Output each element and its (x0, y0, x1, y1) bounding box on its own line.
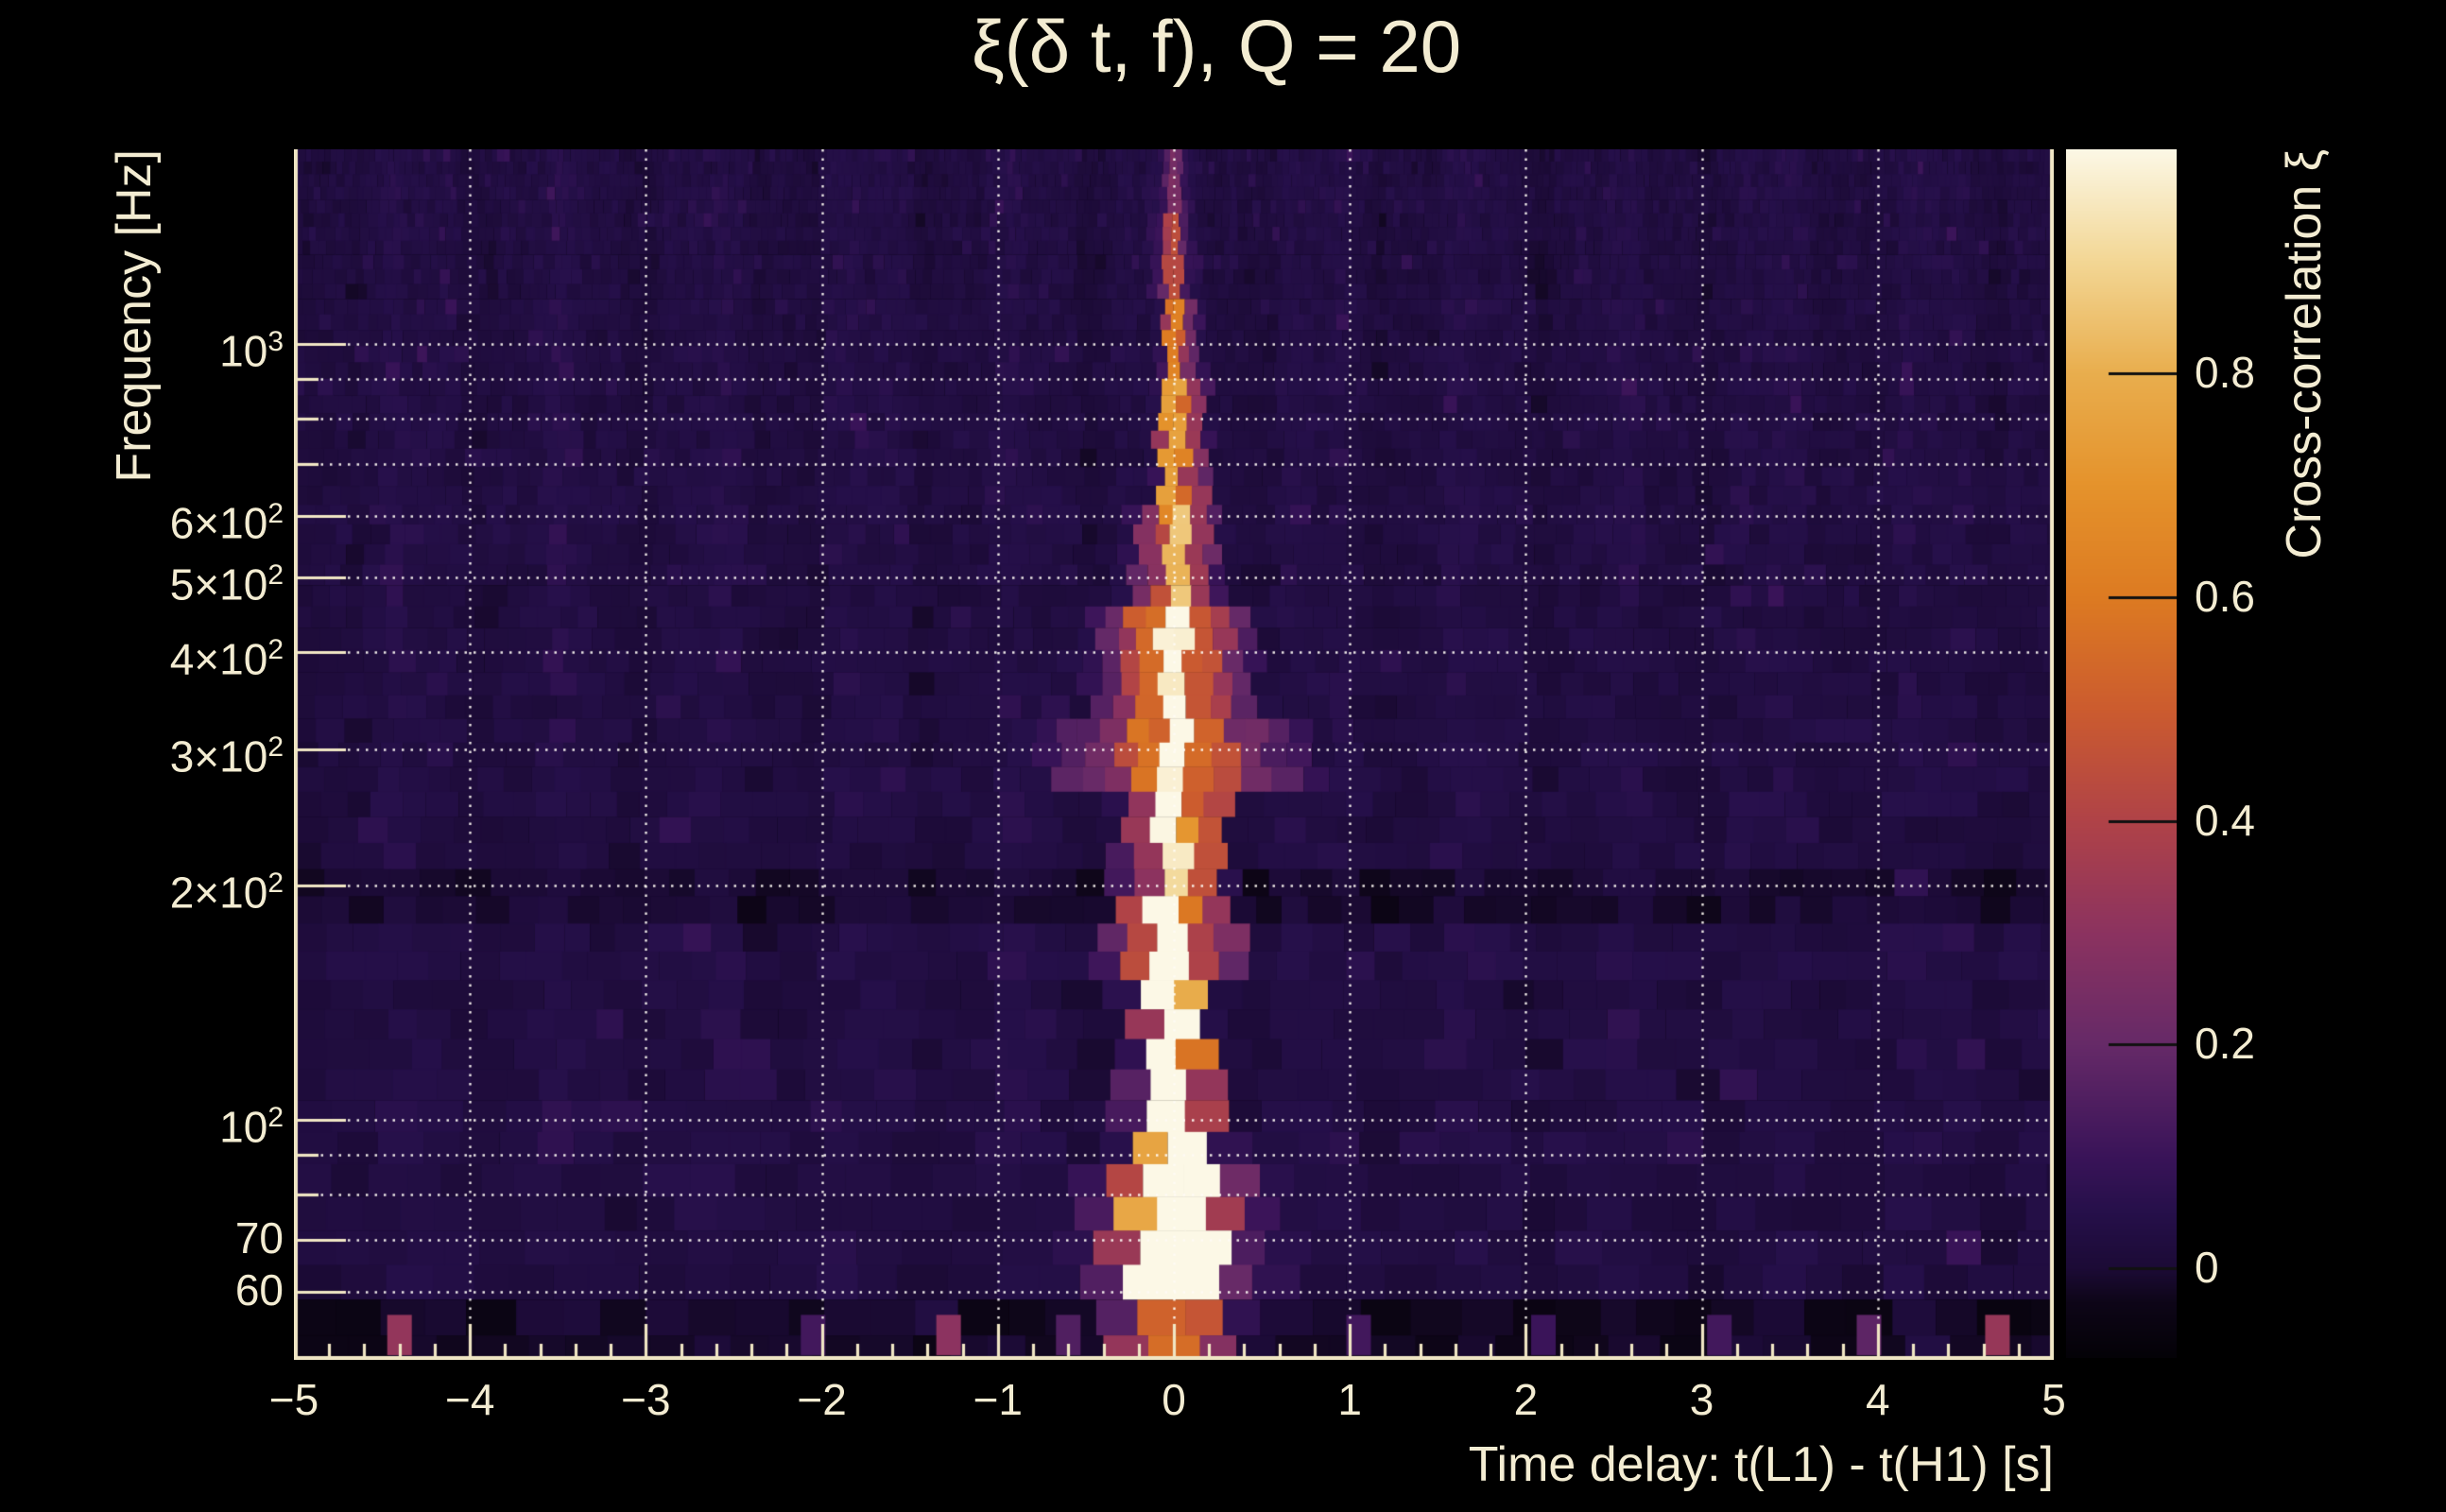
spectrogram-heatmap (294, 149, 2054, 1360)
x-tick-label: 0 (1162, 1375, 1186, 1424)
x-tick-label: 5 (2041, 1375, 2066, 1424)
colorbar-tick-label: 0 (2195, 1243, 2219, 1293)
y-tick-label: 2×102 (169, 868, 284, 918)
y-tick-label: 5×102 (169, 558, 284, 610)
plot-title: ξ(δ t, f), Q = 20 (971, 5, 1462, 88)
y-axis-label: Frequency [Hz] (107, 149, 162, 483)
x-axis-label: Time delay: t(L1) - t(H1) [s] (1468, 1437, 2054, 1492)
x-tick-label: 3 (1689, 1375, 1714, 1424)
x-tick-label: 2 (1513, 1375, 1539, 1424)
y-tick-label: 3×102 (169, 730, 284, 782)
figure-root: ξ(δ t, f), Q = 20 Time delay: t(L1) - t(… (0, 0, 2446, 1512)
y-tick-label: 4×102 (169, 634, 284, 684)
y-tick-label: 103 (219, 325, 284, 375)
colorbar-tick-label: 0.8 (2195, 347, 2255, 397)
colorbar-label: Cross-correlation ξ (2277, 149, 2332, 559)
y-tick-label: 60 (234, 1264, 284, 1314)
y-tick-label: 6×102 (169, 497, 284, 548)
colorbar (2066, 149, 2177, 1358)
x-tick-label: −3 (621, 1375, 671, 1424)
y-tick-label: 70 (234, 1212, 284, 1263)
colorbar-tick-label: 0.4 (2195, 795, 2255, 845)
colorbar-tick-label: 0.6 (2195, 571, 2255, 621)
x-tick-label: 1 (1337, 1375, 1362, 1424)
colorbar-tick-label: 0.2 (2195, 1019, 2255, 1069)
y-tick-label: 102 (219, 1101, 284, 1151)
x-tick-label: 4 (1866, 1375, 1890, 1424)
x-tick-label: −4 (444, 1375, 495, 1424)
x-tick-label: −1 (973, 1375, 1024, 1424)
x-tick-label: −2 (797, 1375, 847, 1424)
x-tick-label: −5 (268, 1375, 319, 1424)
